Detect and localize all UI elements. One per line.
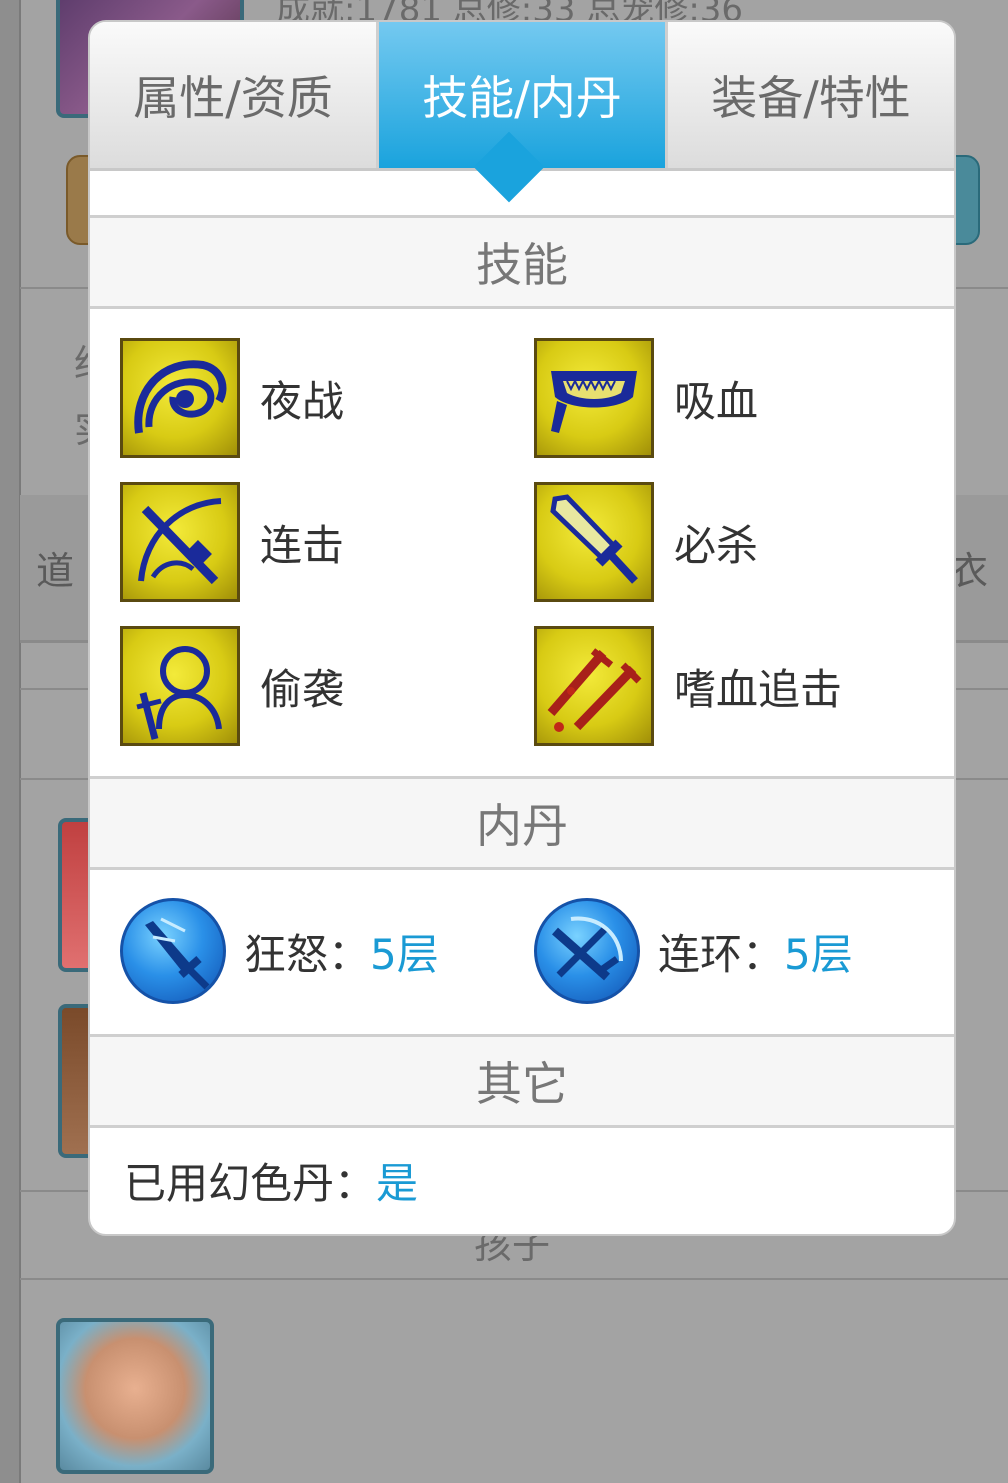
skill-name: 连击 bbox=[260, 520, 345, 570]
background-tab-left: 道 bbox=[36, 549, 75, 593]
skill-name: 偷袭 bbox=[260, 664, 345, 714]
neidan-level: 5层 bbox=[784, 929, 853, 979]
skill-item[interactable]: 嗜血追击 bbox=[534, 626, 842, 746]
tab-attributes[interactable]: 属性/资质 bbox=[90, 22, 379, 168]
recolor-pill-value: 是 bbox=[376, 1159, 419, 1208]
chain-sword-icon bbox=[534, 898, 640, 1004]
assassin-icon bbox=[120, 626, 240, 746]
neidan-name: 连环： bbox=[658, 929, 785, 979]
neidan-item[interactable]: 狂怒： 5层 bbox=[120, 898, 439, 1004]
skill-name: 嗜血追击 bbox=[674, 664, 843, 714]
skill-name: 吸血 bbox=[674, 376, 759, 426]
tab-equipment-traits[interactable]: 装备/特性 bbox=[668, 22, 954, 168]
skill-item[interactable]: 吸血 bbox=[534, 338, 758, 458]
eye-icon bbox=[120, 338, 240, 458]
neidan-item[interactable]: 连环： 5层 bbox=[534, 898, 853, 1004]
other-section-title: 其它 bbox=[90, 1034, 954, 1128]
recolor-pill-label: 已用幻色丹： bbox=[124, 1159, 377, 1208]
recolor-pill-row: 已用幻色丹：是 bbox=[124, 1150, 418, 1211]
background-left-border bbox=[19, 0, 21, 1483]
background-divider bbox=[20, 1278, 1008, 1280]
skill-name: 必杀 bbox=[674, 520, 759, 570]
bloody-swords-icon bbox=[534, 626, 654, 746]
skill-item[interactable]: 必杀 bbox=[534, 482, 758, 602]
skill-item[interactable]: 夜战 bbox=[120, 338, 344, 458]
pet-detail-modal: 属性/资质 技能/内丹 装备/特性 技能 夜战 吸血 连击 必杀 偷袭 嗜血追击… bbox=[88, 20, 956, 1236]
neidan-level: 5层 bbox=[370, 929, 439, 979]
background-avatar-child bbox=[56, 1318, 214, 1474]
fury-sword-icon bbox=[120, 898, 226, 1004]
skill-name: 夜战 bbox=[260, 376, 345, 426]
double-blade-icon bbox=[120, 482, 240, 602]
sword-icon bbox=[534, 482, 654, 602]
neidan-name: 狂怒： bbox=[244, 929, 371, 979]
skill-item[interactable]: 偷袭 bbox=[120, 626, 344, 746]
skills-section-title: 技能 bbox=[90, 215, 954, 309]
neidan-section-title: 内丹 bbox=[90, 776, 954, 870]
skill-item[interactable]: 连击 bbox=[120, 482, 344, 602]
fang-icon bbox=[534, 338, 654, 458]
